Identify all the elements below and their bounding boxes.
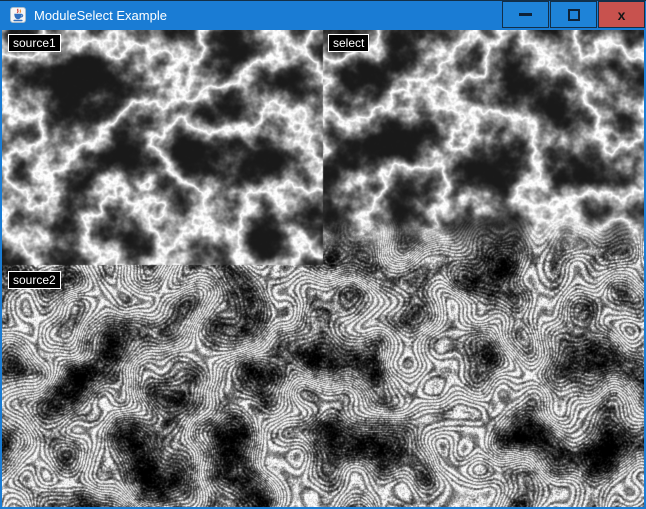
maximize-button[interactable] xyxy=(550,1,597,28)
app-window: ModuleSelect Example x source1 select so… xyxy=(0,0,646,509)
window-controls: x xyxy=(501,1,645,28)
minimize-icon xyxy=(519,13,532,16)
java-coffee-cup-icon xyxy=(10,7,26,23)
image-label-source2: source2 xyxy=(8,271,61,289)
title-bar[interactable]: ModuleSelect Example x xyxy=(0,0,646,30)
render-viewport: source1 select source2 xyxy=(2,30,644,507)
close-button[interactable]: x xyxy=(598,1,645,28)
minimize-button[interactable] xyxy=(502,1,549,28)
noise-canvas xyxy=(2,30,644,507)
image-label-source1: source1 xyxy=(8,34,61,52)
close-icon: x xyxy=(618,8,626,22)
window-title: ModuleSelect Example xyxy=(34,8,167,23)
maximize-icon xyxy=(568,9,580,21)
image-label-select: select xyxy=(328,34,369,52)
